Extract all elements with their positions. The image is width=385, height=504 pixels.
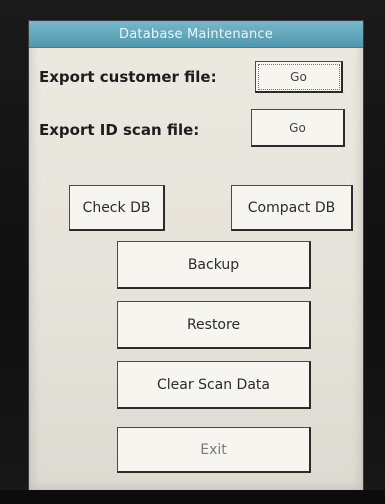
device-bottom-edge: [0, 490, 385, 504]
export-id-scan-label: Export ID scan file:: [39, 121, 200, 139]
device-bezel: Database Maintenance Export customer fil…: [0, 0, 385, 504]
check-db-button[interactable]: Check DB: [69, 185, 165, 231]
exit-button[interactable]: Exit: [117, 427, 311, 473]
export-id-scan-go-button[interactable]: Go: [251, 109, 345, 147]
title-bar: Database Maintenance: [29, 21, 363, 48]
dialog-window: Database Maintenance Export customer fil…: [28, 20, 364, 492]
clear-scan-data-button[interactable]: Clear Scan Data: [117, 361, 311, 409]
restore-button[interactable]: Restore: [117, 301, 311, 349]
export-customer-go-button[interactable]: Go: [255, 61, 343, 93]
compact-db-button[interactable]: Compact DB: [231, 185, 353, 231]
export-customer-label: Export customer file:: [39, 68, 217, 86]
backup-button[interactable]: Backup: [117, 241, 311, 289]
window-title: Database Maintenance: [119, 26, 273, 42]
